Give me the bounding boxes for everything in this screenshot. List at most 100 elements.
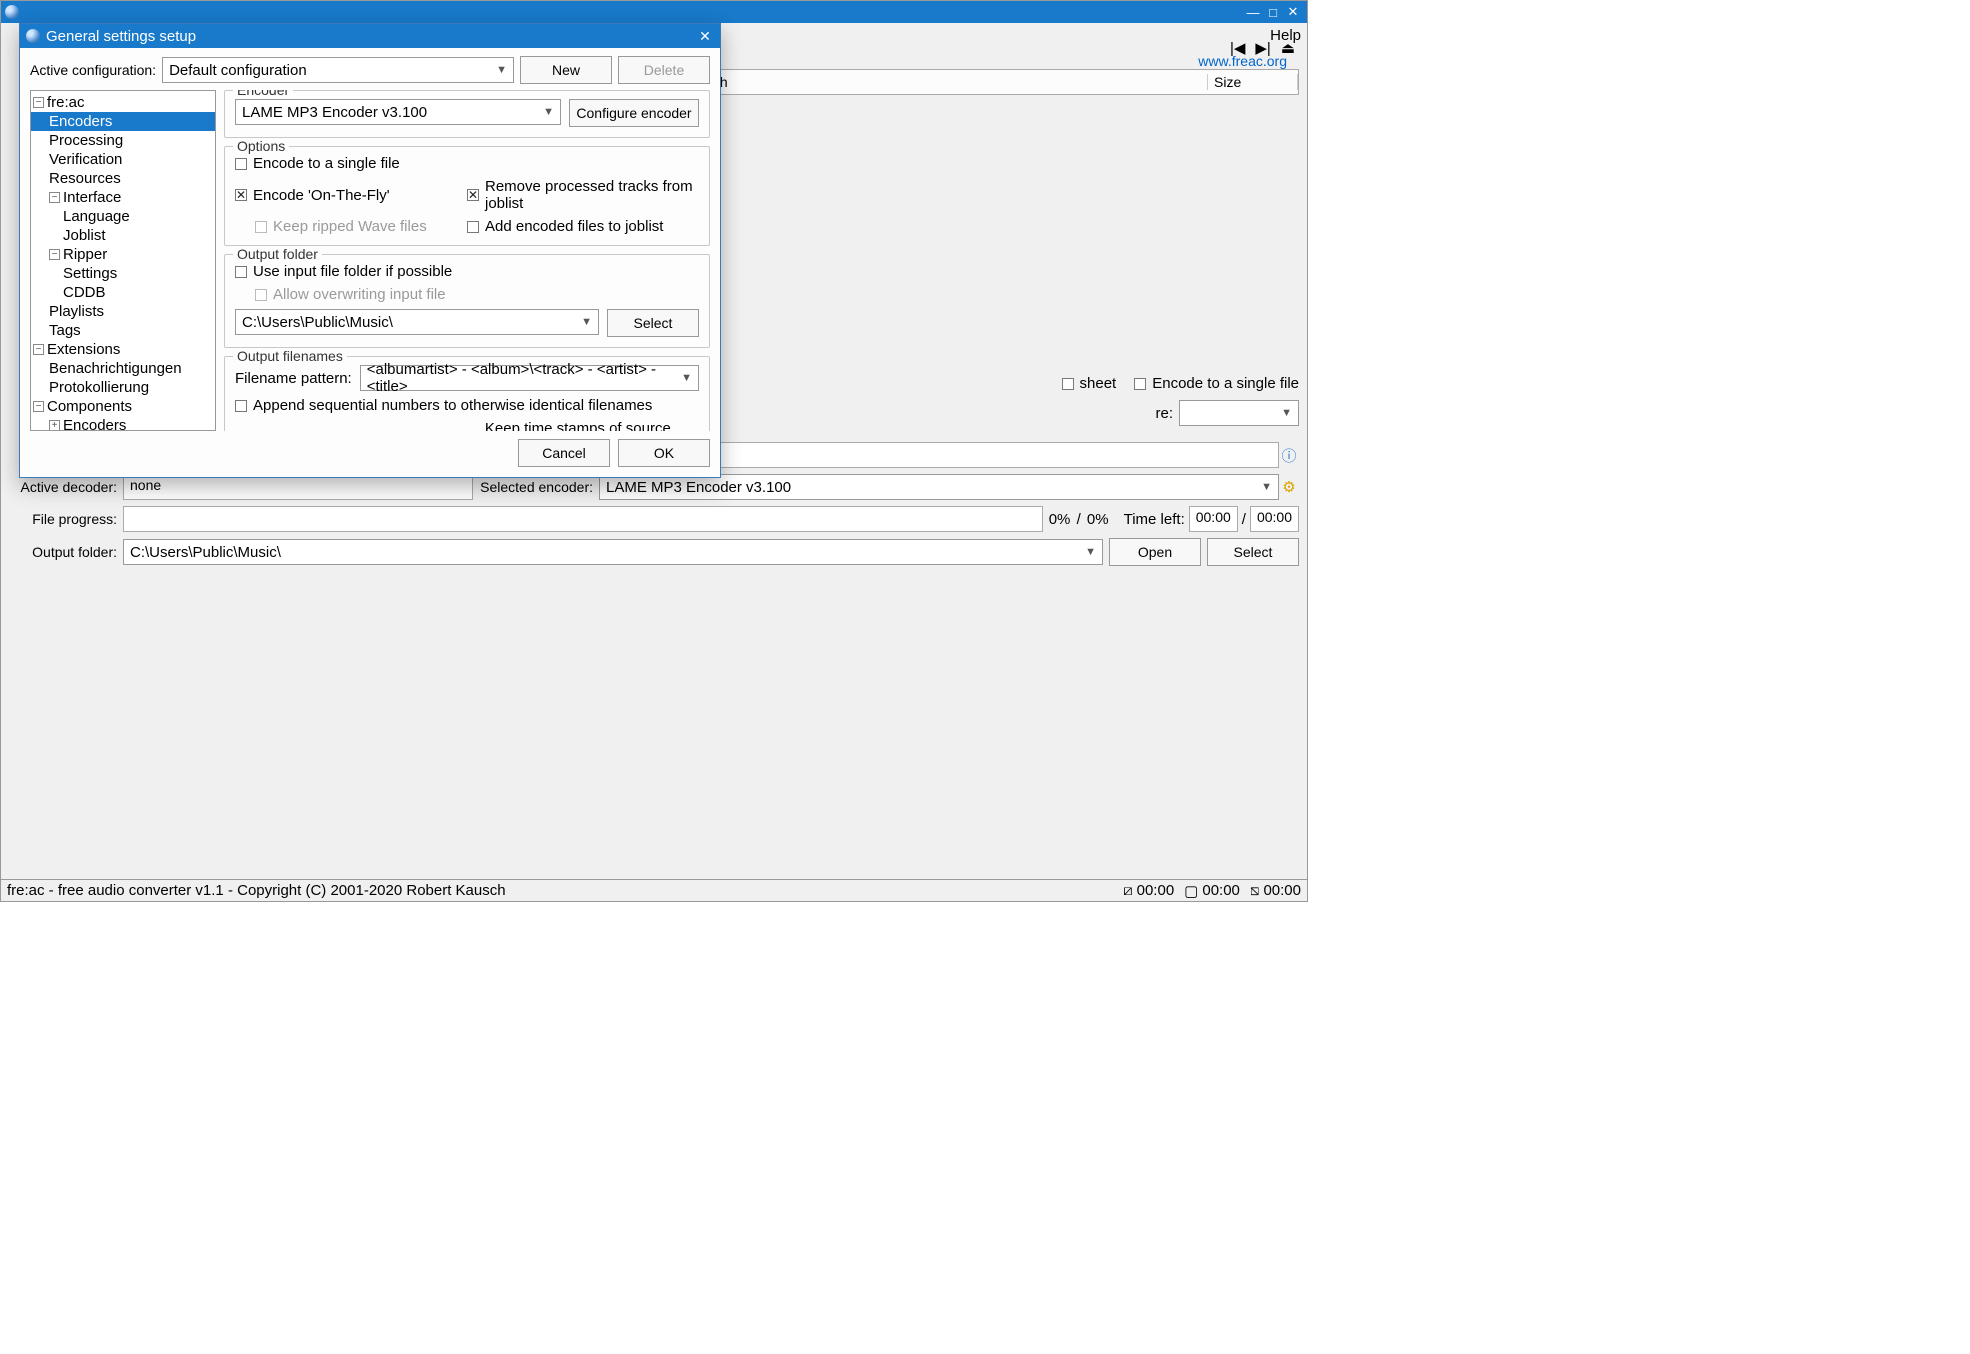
tree-item-resources[interactable]: Resources xyxy=(31,169,215,188)
status-text: fre:ac - free audio converter v1.1 - Cop… xyxy=(7,882,506,899)
select-folder-button[interactable]: Select xyxy=(607,309,699,337)
encoder-combo[interactable]: LAME MP3 Encoder v3.100▼ xyxy=(235,99,561,125)
tree-item-encoders[interactable]: Encoders xyxy=(31,112,215,131)
output-folder-combo[interactable]: C:\Users\Public\Music\▼ xyxy=(235,309,599,335)
tree-item-freac[interactable]: −fre:ac xyxy=(31,93,215,112)
joblist-header: th Size xyxy=(709,69,1299,95)
cancel-button[interactable]: Cancel xyxy=(518,439,610,467)
tree-toggle-icon[interactable]: + xyxy=(49,420,60,431)
output-folder-label-main: Output folder: xyxy=(9,544,117,560)
filenames-group: Output filenames Filename pattern: <albu… xyxy=(224,356,710,431)
tree-item-tags[interactable]: Tags xyxy=(31,321,215,340)
dialog-title: General settings setup xyxy=(46,28,196,45)
slash-2: / xyxy=(1238,511,1250,528)
tree-item-components[interactable]: −Components xyxy=(31,397,215,416)
prev-track-icon[interactable]: |◀ xyxy=(1230,39,1245,57)
filename-pattern-combo[interactable]: <albumartist> - <album>\<track> - <artis… xyxy=(360,365,699,391)
output-folder-value: C:\Users\Public\Music\ xyxy=(242,314,393,331)
tree-item-playlists[interactable]: Playlists xyxy=(31,302,215,321)
active-config-value: Default configuration xyxy=(169,62,307,79)
close-button[interactable]: ✕ xyxy=(1283,4,1303,20)
tree-item-joblist[interactable]: Joblist xyxy=(31,226,215,245)
tree-item-verification[interactable]: Verification xyxy=(31,150,215,169)
tree-item-interface[interactable]: −Interface xyxy=(31,188,215,207)
output-folder-group-title: Output folder xyxy=(233,246,322,262)
status-icon-1: ⧄ xyxy=(1123,882,1133,899)
col-size[interactable]: Size xyxy=(1208,74,1298,90)
allow-unicode-checkbox[interactable]: ✕Allow Unicode characters xyxy=(235,420,467,431)
tree-item-processing[interactable]: Processing xyxy=(31,131,215,150)
progress-bar xyxy=(123,506,1043,532)
on-the-fly-checkbox[interactable]: ✕Encode 'On-The-Fly' xyxy=(235,178,467,212)
tree-item-language[interactable]: Language xyxy=(31,207,215,226)
status-icon-3: ⧅ xyxy=(1250,882,1260,899)
maximize-button[interactable]: □ xyxy=(1263,5,1283,20)
tree-toggle-icon[interactable]: − xyxy=(33,344,44,355)
dialog-icon xyxy=(26,29,40,43)
file-progress-label: File progress: xyxy=(9,511,117,527)
eject-icon[interactable]: ⏏ xyxy=(1281,39,1295,57)
allow-overwrite-checkbox: Allow overwriting input file xyxy=(235,286,699,303)
encode-single-bg-checkbox[interactable]: Encode to a single file xyxy=(1134,375,1299,392)
app-icon xyxy=(5,5,19,19)
tree-toggle-icon[interactable]: − xyxy=(33,97,44,108)
tree-item-settings[interactable]: Settings xyxy=(31,264,215,283)
settings-dialog: General settings setup ✕ Active configur… xyxy=(19,23,721,478)
encode-single-checkbox[interactable]: Encode to a single file xyxy=(235,155,467,172)
new-config-button[interactable]: New xyxy=(520,56,612,84)
status-time-3: 00:00 xyxy=(1263,882,1301,899)
select-folder-button-main[interactable]: Select xyxy=(1207,538,1299,566)
minimize-button[interactable]: — xyxy=(1243,5,1263,20)
status-icon-2: ▢ xyxy=(1184,882,1198,900)
use-input-folder-checkbox[interactable]: Use input file folder if possible xyxy=(235,263,699,280)
tree-item-benachrichtigungen[interactable]: Benachrichtigungen xyxy=(31,359,215,378)
filename-pattern-value: <albumartist> - <album>\<track> - <artis… xyxy=(367,361,681,395)
selected-encoder-label: Selected encoder: xyxy=(473,479,593,495)
selected-encoder-value: LAME MP3 Encoder v3.100 xyxy=(606,479,791,496)
filter-info-icon[interactable]: ⓘ xyxy=(1279,445,1299,466)
tree-item-protokollierung[interactable]: Protokollierung xyxy=(31,378,215,397)
status-time-2: 00:00 xyxy=(1202,882,1240,899)
main-titlebar[interactable]: — □ ✕ xyxy=(1,1,1307,23)
col-length[interactable]: th xyxy=(710,74,1208,90)
cue-sheet-label: sheet xyxy=(1080,375,1117,392)
open-folder-button[interactable]: Open xyxy=(1109,538,1201,566)
active-config-label: Active configuration: xyxy=(30,62,156,78)
filename-pattern-label: Filename pattern: xyxy=(235,370,352,387)
tree-item-cddb[interactable]: CDDB xyxy=(31,283,215,302)
tree-toggle-icon[interactable]: − xyxy=(49,249,60,260)
output-folder-group: Output folder Use input file folder if p… xyxy=(224,254,710,348)
active-config-combo[interactable]: Default configuration▼ xyxy=(162,57,514,83)
dialog-close-button[interactable]: ✕ xyxy=(696,28,714,45)
options-group-title: Options xyxy=(233,138,289,154)
filenames-group-title: Output filenames xyxy=(233,348,347,364)
encoder-group: Encoder LAME MP3 Encoder v3.100▼ Configu… xyxy=(224,90,710,138)
tree-item-ripper[interactable]: −Ripper xyxy=(31,245,215,264)
settings-tree[interactable]: −fre:ac Encoders Processing Verification… xyxy=(30,90,216,431)
genre-combo[interactable]: ▼ xyxy=(1179,400,1299,426)
options-group: Options Encode to a single file ✕Encode … xyxy=(224,146,710,246)
delete-config-button: Delete xyxy=(618,56,710,84)
encoder-settings-icon[interactable]: ⚙ xyxy=(1279,478,1299,496)
next-track-icon[interactable]: ▶| xyxy=(1255,39,1270,57)
append-seq-checkbox[interactable]: Append sequential numbers to otherwise i… xyxy=(235,397,699,414)
tree-item-extensions[interactable]: −Extensions xyxy=(31,340,215,359)
dialog-titlebar[interactable]: General settings setup ✕ xyxy=(20,24,720,48)
tree-toggle-icon[interactable]: − xyxy=(33,401,44,412)
add-encoded-checkbox[interactable]: Add encoded files to joblist xyxy=(467,218,699,235)
progress-pct-1: 0% xyxy=(1043,511,1077,528)
tree-toggle-icon[interactable]: − xyxy=(49,192,60,203)
tree-item-comp-encoders[interactable]: +Encoders xyxy=(31,416,215,431)
keep-timestamps-checkbox[interactable]: Keep time stamps of source files xyxy=(467,420,699,431)
output-folder-combo-main[interactable]: C:\Users\Public\Music\▼ xyxy=(123,539,1103,565)
encoder-value: LAME MP3 Encoder v3.100 xyxy=(242,104,427,121)
genre-label: re: xyxy=(1155,405,1173,422)
ok-button[interactable]: OK xyxy=(618,439,710,467)
configure-encoder-button[interactable]: Configure encoder xyxy=(569,99,699,127)
encode-single-bg-label: Encode to a single file xyxy=(1152,375,1299,392)
remove-processed-checkbox[interactable]: ✕Remove processed tracks from joblist xyxy=(467,178,699,212)
encoder-group-title: Encoder xyxy=(233,90,293,98)
output-folder-value-main: C:\Users\Public\Music\ xyxy=(130,544,281,561)
active-decoder-label: Active decoder: xyxy=(9,479,117,495)
cue-sheet-checkbox[interactable]: sheet xyxy=(1062,375,1117,392)
